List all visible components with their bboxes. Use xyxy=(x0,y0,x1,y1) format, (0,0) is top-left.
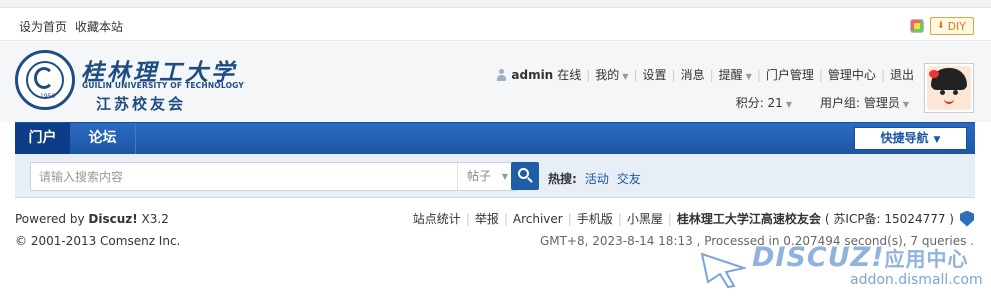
bookmark-link[interactable]: 收藏本站 xyxy=(75,18,123,35)
cursor-arrow-icon xyxy=(700,252,746,288)
chevron-down-icon: ▼ xyxy=(745,72,752,81)
divider: | xyxy=(756,67,761,82)
diy-label: DIY xyxy=(947,19,966,33)
powered-version: X3.2 xyxy=(137,212,169,226)
shield-icon[interactable] xyxy=(960,210,974,227)
my-menu[interactable]: 我的 ▼ xyxy=(595,66,628,83)
nav-tab-portal[interactable]: 门户 xyxy=(15,123,70,154)
chevron-down-icon: ▼ xyxy=(785,100,792,109)
reminders-label: 提醒 xyxy=(718,68,743,82)
seal-year: 1956 xyxy=(40,93,56,100)
divider: | xyxy=(465,211,470,226)
online-status[interactable]: 在线 xyxy=(557,66,581,83)
settings-link[interactable]: 设置 xyxy=(643,66,667,83)
divider: | xyxy=(633,67,638,82)
watermark-brand: DISCUZ!应用中心 xyxy=(752,242,969,273)
powered-prefix: Powered by xyxy=(15,212,89,226)
avatar-mouth xyxy=(944,99,954,104)
hot-search: 热搜: 活动 交友 xyxy=(548,170,641,187)
search-type-select[interactable]: 帖子 ▼ xyxy=(457,163,516,190)
top-bar: 设为首页 收藏本站 ⬇ DIY xyxy=(0,8,991,41)
site-header: 1956 桂林理工大学 GUILIN UNIVERSITY OF TECHNOL… xyxy=(0,42,991,122)
divider: | xyxy=(818,67,823,82)
main-nav: 门户 论坛 快捷导航 ▼ xyxy=(15,122,975,154)
footer-link-mobile[interactable]: 手机版 xyxy=(577,210,613,227)
footer-links: 站点统计 | 举报 | Archiver | 手机版 | 小黑屋 | 桂林理工大… xyxy=(413,210,974,227)
logo-english-name: GUILIN UNIVERSITY OF TECHNOLOGY xyxy=(82,81,244,90)
avatar[interactable] xyxy=(924,63,974,113)
username-link[interactable]: admin xyxy=(511,68,553,82)
divider: | xyxy=(709,67,714,82)
seal-emblem xyxy=(34,67,54,89)
set-home-link[interactable]: 设为首页 xyxy=(19,18,67,35)
caret-down-icon: ▼ xyxy=(933,135,941,145)
footer-icp[interactable]: ( 苏ICP备: 15024777 ) xyxy=(825,210,954,227)
watermark-url: addon.dismall.com xyxy=(850,272,983,288)
search-bar: 帖子 ▼ 热搜: 活动 交友 xyxy=(15,154,975,198)
copyright: © 2001-2013 Comsenz Inc. xyxy=(15,234,180,248)
reminders-menu[interactable]: 提醒 ▼ xyxy=(719,66,752,83)
my-menu-label: 我的 xyxy=(595,68,620,82)
credits-label: 积分: 21 xyxy=(735,96,783,110)
footer-link-stats[interactable]: 站点统计 xyxy=(413,210,461,227)
usergroup-menu[interactable]: 用户组: 管理员 ▼ xyxy=(820,94,909,111)
diy-button[interactable]: ⬇ DIY xyxy=(930,17,974,35)
footer-site-name[interactable]: 桂林理工大学江高速校友会 xyxy=(677,210,821,227)
footer-link-report[interactable]: 举报 xyxy=(475,210,499,227)
messages-link[interactable]: 消息 xyxy=(681,66,705,83)
divider: | xyxy=(586,67,591,82)
portal-admin-link[interactable]: 门户管理 xyxy=(766,66,814,83)
hot-search-label: 热搜: xyxy=(548,172,577,186)
quick-nav-label: 快捷导航 xyxy=(880,131,929,145)
divider: | xyxy=(880,67,885,82)
search-box: 帖子 ▼ xyxy=(30,162,517,191)
divider: | xyxy=(667,211,672,226)
usergroup-label: 用户组: 管理员 xyxy=(819,96,900,110)
chevron-down-icon: ▼ xyxy=(501,172,508,181)
search-input[interactable] xyxy=(31,163,442,190)
search-type-label: 帖子 xyxy=(467,169,492,183)
powered-by: Powered by Discuz! X3.2 xyxy=(15,212,169,226)
chevron-down-icon: ▼ xyxy=(902,100,909,109)
divider: | xyxy=(567,211,572,226)
nav-tab-forum[interactable]: 论坛 xyxy=(70,123,136,154)
footer-link-blackroom[interactable]: 小黑屋 xyxy=(627,210,663,227)
user-icon xyxy=(496,68,507,81)
chevron-down-icon: ▼ xyxy=(622,72,629,81)
user-info: 积分: 21 ▼ 用户组: 管理员 ▼ xyxy=(736,94,909,111)
logout-link[interactable]: 退出 xyxy=(890,66,914,83)
avatar-eye xyxy=(953,90,958,95)
avatar-image xyxy=(927,66,971,110)
watermark-brand-cn: 应用中心 xyxy=(884,247,969,271)
search-icon-handle xyxy=(527,177,533,183)
divider: | xyxy=(617,211,622,226)
down-arrow-icon: ⬇ xyxy=(937,21,945,31)
discuz-link[interactable]: Discuz! xyxy=(88,212,137,226)
avatar-bow xyxy=(929,70,939,78)
quick-nav-button[interactable]: 快捷导航 ▼ xyxy=(854,127,967,150)
avatar-eye xyxy=(940,90,945,95)
logo-subtitle: 江苏校友会 xyxy=(96,95,187,113)
hot-keyword[interactable]: 交友 xyxy=(617,170,641,187)
admin-center-link[interactable]: 管理中心 xyxy=(828,66,876,83)
divider: | xyxy=(503,211,508,226)
top-strip xyxy=(0,0,991,8)
school-seal-logo[interactable]: 1956 xyxy=(15,50,75,110)
hot-keyword[interactable]: 活动 xyxy=(585,170,609,187)
skin-switch-icon[interactable] xyxy=(910,19,925,33)
watermark-brand-en: DISCUZ! xyxy=(752,242,885,273)
watermark: DISCUZ!应用中心 addon.dismall.com xyxy=(700,240,990,300)
credits-menu[interactable]: 积分: 21 ▼ xyxy=(736,94,792,111)
copyright-text[interactable]: © 2001-2013 Comsenz Inc. xyxy=(15,234,180,248)
footer-link-archiver[interactable]: Archiver xyxy=(513,212,563,226)
user-nav: admin 在线 | 我的 ▼ | 设置 | 消息 | 提醒 ▼ | 门户管理 | … xyxy=(496,66,914,83)
search-button[interactable] xyxy=(511,162,539,190)
divider: | xyxy=(671,67,676,82)
